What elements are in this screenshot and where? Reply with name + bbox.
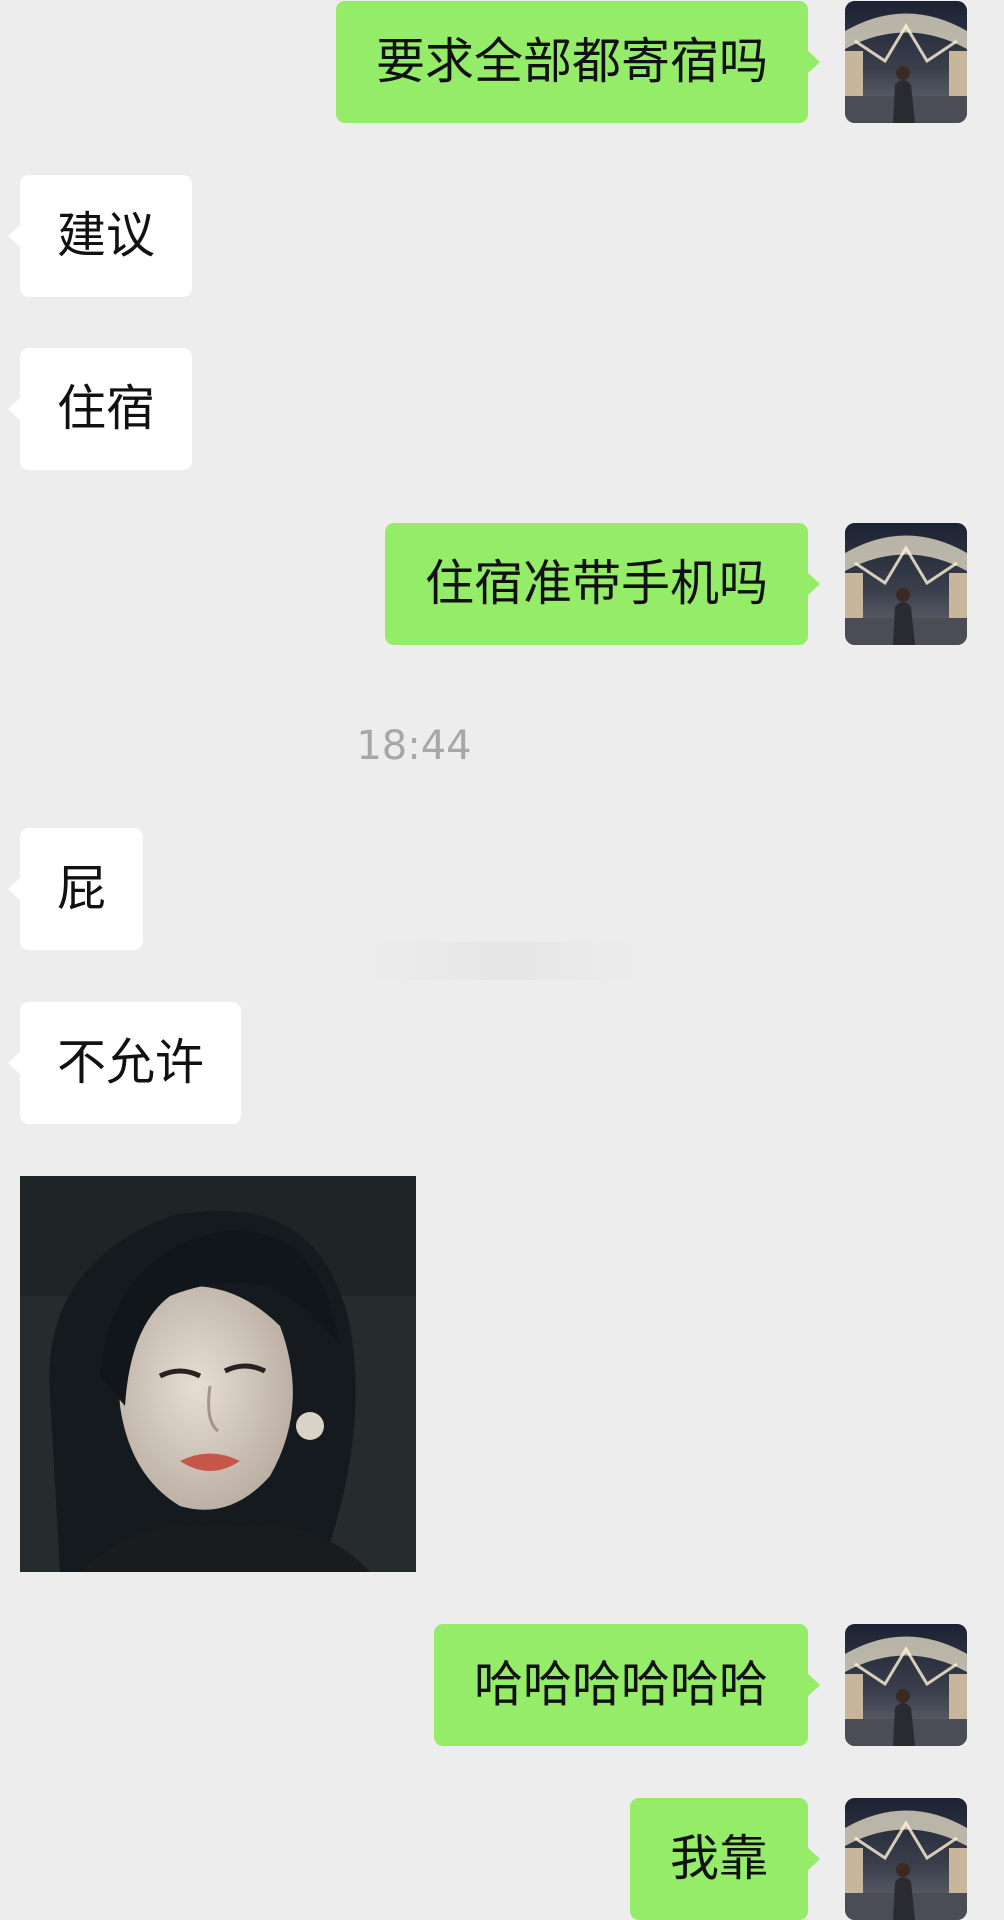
message-timestamp: 18:44 <box>356 723 472 769</box>
message-bubble-outgoing[interactable]: 我靠 <box>629 1798 821 1920</box>
sticker-image[interactable] <box>20 1176 416 1572</box>
chat-thread[interactable]: 要求全部都寄宿吗 建议 住宿 住宿准带手机吗 18:44 屁 不允许 哈哈哈哈哈… <box>0 0 1004 1920</box>
message-bubble-outgoing[interactable]: 住宿准带手机吗 <box>384 523 821 645</box>
avatar-icon <box>845 1798 967 1920</box>
message-bubble-incoming[interactable]: 屁 <box>7 828 144 950</box>
self-avatar[interactable] <box>845 1 967 123</box>
self-avatar[interactable] <box>845 1624 967 1746</box>
faded-overlay <box>365 942 645 980</box>
portrait-sticker-icon <box>20 1176 416 1572</box>
self-avatar[interactable] <box>845 523 967 645</box>
message-bubble-incoming[interactable]: 建议 <box>7 175 193 297</box>
avatar-icon <box>845 1 967 123</box>
message-bubble-incoming[interactable]: 住宿 <box>7 348 193 470</box>
message-bubble-outgoing[interactable]: 要求全部都寄宿吗 <box>335 1 821 123</box>
message-bubble-incoming[interactable]: 不允许 <box>7 1002 242 1124</box>
avatar-icon <box>845 523 967 645</box>
message-bubble-outgoing[interactable]: 哈哈哈哈哈哈 <box>433 1624 821 1746</box>
self-avatar[interactable] <box>845 1798 967 1920</box>
avatar-icon <box>845 1624 967 1746</box>
